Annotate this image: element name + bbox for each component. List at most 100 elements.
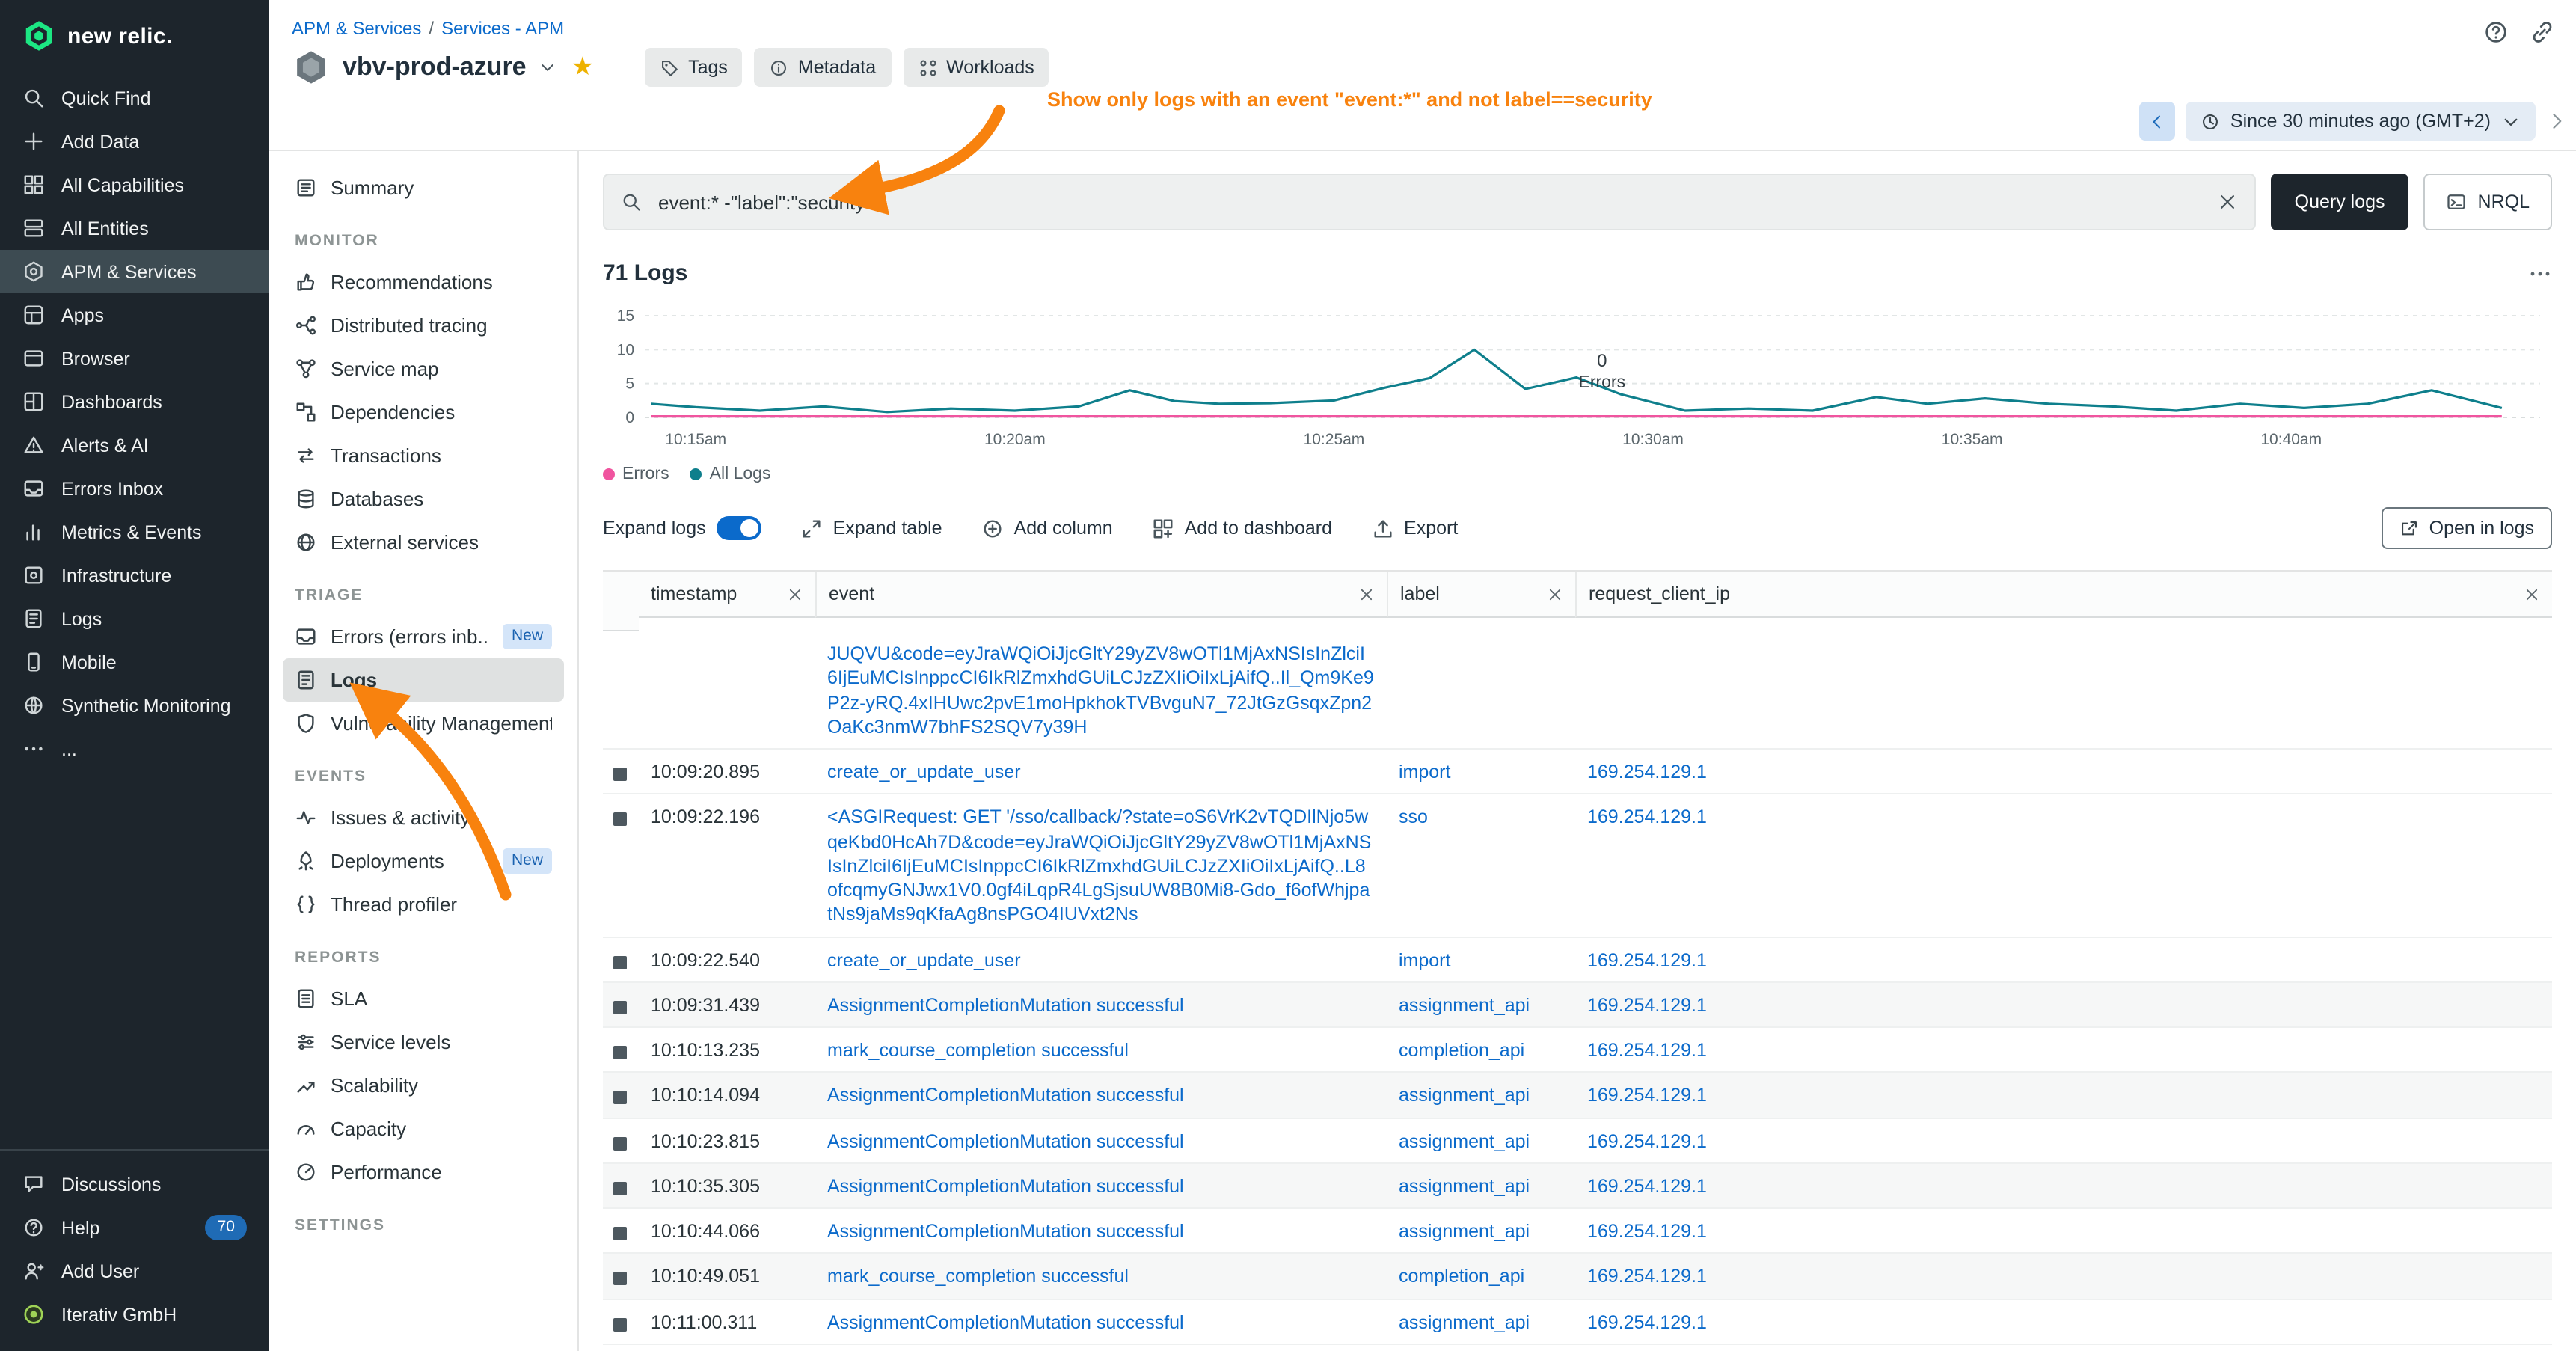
log-event-link[interactable]: mark_course_completion successful — [815, 1028, 1387, 1072]
row-marker-icon[interactable] — [613, 1091, 627, 1105]
log-row[interactable]: 10:11:00.311AssignmentCompletionMutation… — [603, 1299, 2552, 1345]
log-ip-link[interactable]: 169.254.129.1 — [1575, 937, 2552, 981]
log-event-link[interactable]: create_or_update_user — [815, 750, 1387, 794]
metadata-button[interactable]: Metadata — [755, 48, 891, 87]
log-ip-link[interactable]: 169.254.129.1 — [1575, 1299, 2552, 1344]
log-label-link[interactable]: assignment_api — [1387, 1209, 1575, 1253]
log-label-link[interactable] — [1387, 631, 1575, 748]
sidebar-item-all-capabilities[interactable]: All Capabilities — [0, 163, 269, 206]
log-event-link[interactable]: <ASGIRequest: GET '/sso/callback/?state=… — [815, 795, 1387, 937]
log-label-link[interactable]: import — [1387, 750, 1575, 794]
remove-column-icon[interactable] — [2524, 586, 2540, 602]
subnav-item-transactions[interactable]: Transactions — [283, 434, 564, 477]
log-ip-link[interactable]: 169.254.129.1 — [1575, 1028, 2552, 1072]
entity-title[interactable]: vbv-prod-azure — [343, 52, 527, 82]
log-label-link[interactable]: assignment_api — [1387, 983, 1575, 1027]
breadcrumb-link-apm-services[interactable]: APM & Services — [292, 18, 421, 39]
sidebar-item-logs[interactable]: Logs — [0, 597, 269, 640]
log-label-link[interactable]: completion_api — [1387, 1028, 1575, 1072]
log-ip-link[interactable]: 169.254.129.1 — [1575, 750, 2552, 794]
log-ip-link[interactable]: 169.254.129.1 — [1575, 1164, 2552, 1208]
add-column-button[interactable]: Add column — [981, 517, 1113, 539]
log-label-link[interactable]: import — [1387, 937, 1575, 981]
panel-chevron-right-icon[interactable] — [2546, 111, 2567, 132]
subnav-item-scalability[interactable]: Scalability — [283, 1064, 564, 1107]
log-label-link[interactable]: assignment_api — [1387, 1073, 1575, 1118]
log-ip-link[interactable]: 169.254.129.1 — [1575, 983, 2552, 1027]
row-marker-icon[interactable] — [613, 1136, 627, 1150]
sidebar-item-mobile[interactable]: Mobile — [0, 640, 269, 684]
subnav-item-deployments[interactable]: DeploymentsNew — [283, 839, 564, 883]
expand-table-button[interactable]: Expand table — [800, 517, 942, 539]
subnav-item-errors-errors-inb[interactable]: Errors (errors inb...New — [283, 615, 564, 658]
subnav-item-service-map[interactable]: Service map — [283, 347, 564, 390]
subnav-item-recommendations[interactable]: Recommendations — [283, 260, 564, 304]
row-marker-icon[interactable] — [613, 1272, 627, 1286]
log-ip-link[interactable]: 169.254.129.1 — [1575, 1073, 2552, 1118]
column-header-timestamp[interactable]: timestamp — [639, 572, 815, 618]
subnav-item-logs[interactable]: Logs — [283, 658, 564, 702]
sidebar-item-add-user[interactable]: Add User — [0, 1249, 269, 1293]
sidebar-item-synthetic-monitoring[interactable]: Synthetic Monitoring — [0, 684, 269, 727]
log-event-link[interactable]: AssignmentCompletionMutation successful — [815, 1073, 1387, 1118]
help-circle-icon[interactable] — [2483, 19, 2509, 45]
log-row[interactable]: 10:10:49.051mark_course_completion succe… — [603, 1254, 2552, 1300]
row-marker-icon[interactable] — [613, 1317, 627, 1331]
sidebar-item-browser[interactable]: Browser — [0, 337, 269, 380]
log-event-link[interactable]: JUQVU&code=eyJraWQiOiJjcGltY29yZV8wOTl1M… — [815, 631, 1387, 748]
sidebar-item-errors-inbox[interactable]: Errors Inbox — [0, 467, 269, 510]
time-back-button[interactable] — [2139, 102, 2175, 141]
log-event-link[interactable]: AssignmentCompletionMutation successful — [815, 1164, 1387, 1208]
subnav-item-distributed-tracing[interactable]: Distributed tracing — [283, 304, 564, 347]
sidebar-item-apps[interactable]: Apps — [0, 293, 269, 337]
sidebar-item-metrics-events[interactable]: Metrics & Events — [0, 510, 269, 554]
breadcrumb-link-services-apm[interactable]: Services - APM — [441, 18, 564, 39]
add-to-dashboard-button[interactable]: Add to dashboard — [1152, 517, 1332, 539]
log-row[interactable]: 10:10:14.094AssignmentCompletionMutation… — [603, 1073, 2552, 1119]
subnav-item-sla[interactable]: SLA — [283, 977, 564, 1020]
column-header-request-client-ip[interactable]: request_client_ip — [1575, 572, 2552, 618]
toggle-switch-icon[interactable] — [717, 516, 761, 540]
subnav-item-issues-activity[interactable]: Issues & activity — [283, 796, 564, 839]
log-label-link[interactable]: assignment_api — [1387, 1299, 1575, 1344]
sidebar-item-alerts-ai[interactable]: Alerts & AI — [0, 423, 269, 467]
log-row[interactable]: 10:09:31.439AssignmentCompletionMutation… — [603, 983, 2552, 1029]
log-row[interactable]: 10:10:13.235mark_course_completion succe… — [603, 1028, 2552, 1073]
log-ip-link[interactable]: 169.254.129.1 — [1575, 1118, 2552, 1162]
sidebar-item-discussions[interactable]: Discussions — [0, 1162, 269, 1206]
log-event-link[interactable]: mark_course_completion successful — [815, 1254, 1387, 1299]
subnav-item-vulnerability-management[interactable]: Vulnerability Management — [283, 702, 564, 745]
row-marker-icon[interactable] — [613, 1001, 627, 1014]
log-event-link[interactable]: AssignmentCompletionMutation successful — [815, 1209, 1387, 1253]
log-ip-link[interactable]: 169.254.129.1 — [1575, 1209, 2552, 1253]
log-event-link[interactable]: AssignmentCompletionMutation successful — [815, 1118, 1387, 1162]
log-label-link[interactable]: assignment_api — [1387, 1118, 1575, 1162]
legend-errors[interactable]: Errors — [603, 465, 669, 483]
tags-button[interactable]: Tags — [645, 48, 743, 87]
log-event-link[interactable]: AssignmentCompletionMutation successful — [815, 1299, 1387, 1344]
remove-column-icon[interactable] — [1358, 586, 1375, 602]
logs-query-bar[interactable] — [603, 174, 2256, 230]
sidebar-item-more[interactable]: ... — [0, 727, 269, 771]
log-ip-link[interactable]: 169.254.129.1 — [1575, 795, 2552, 937]
chart-more-menu-icon[interactable] — [2528, 261, 2552, 285]
log-ip-link[interactable]: 169.254.129.1 — [1575, 1254, 2552, 1299]
log-row[interactable]: 10:10:35.305AssignmentCompletionMutation… — [603, 1164, 2552, 1210]
sidebar-item-iterativ-gmbh[interactable]: Iterativ GmbH — [0, 1293, 269, 1336]
row-marker-icon[interactable] — [613, 1182, 627, 1195]
sidebar-item-add-data[interactable]: Add Data — [0, 120, 269, 163]
row-marker-icon[interactable] — [613, 768, 627, 781]
log-label-link[interactable]: completion_api — [1387, 1254, 1575, 1299]
log-event-link[interactable]: create_or_update_user — [815, 937, 1387, 981]
row-marker-icon[interactable] — [613, 1227, 627, 1240]
clear-query-icon[interactable] — [2217, 192, 2238, 212]
subnav-item-dependencies[interactable]: Dependencies — [283, 390, 564, 434]
log-ip-link[interactable] — [1575, 631, 2552, 748]
subnav-item-capacity[interactable]: Capacity — [283, 1107, 564, 1151]
favorite-star-icon[interactable]: ★ — [571, 52, 595, 82]
legend-all-logs[interactable]: All Logs — [690, 465, 771, 483]
log-row[interactable]: 10:09:22.540create_or_update_userimport1… — [603, 937, 2552, 983]
expand-logs-toggle[interactable]: Expand logs — [603, 516, 761, 540]
log-row[interactable]: 10:10:23.815AssignmentCompletionMutation… — [603, 1118, 2552, 1164]
workloads-button[interactable]: Workloads — [903, 48, 1049, 87]
